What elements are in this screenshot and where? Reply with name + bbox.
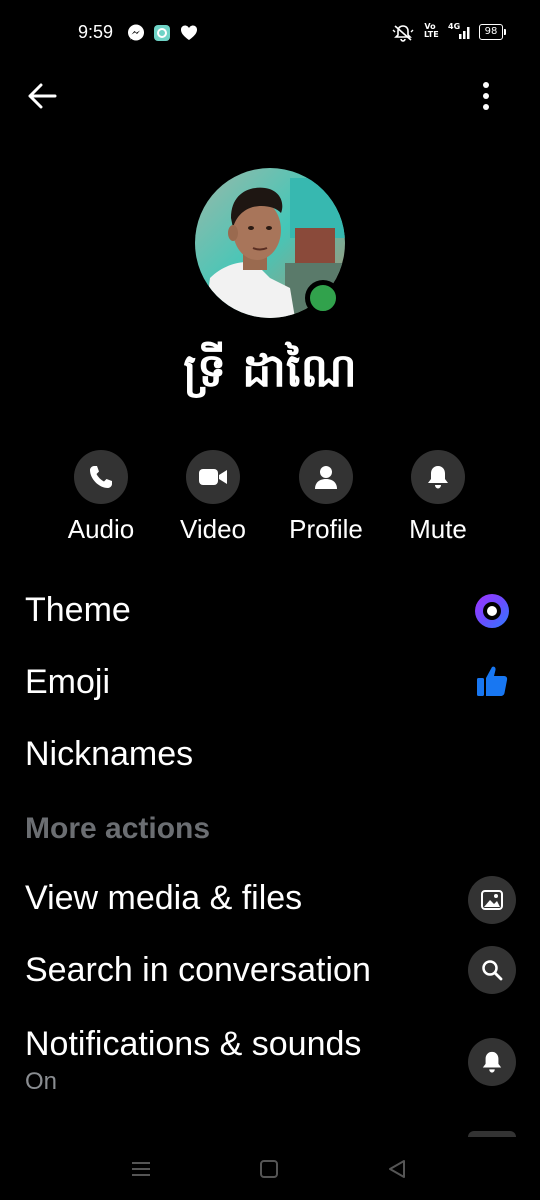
theme-label: Theme (25, 591, 131, 629)
theme-row[interactable]: Theme (0, 590, 540, 634)
mute-button-circle (411, 450, 465, 504)
profile-button-circle (299, 450, 353, 504)
emoji-row[interactable]: Emoji (0, 662, 540, 706)
vertical-dots-icon (483, 82, 489, 110)
person-icon (315, 466, 337, 489)
phone-icon (90, 466, 112, 488)
heart-icon (181, 25, 197, 40)
view-media-label: View media & files (25, 879, 303, 917)
bell-icon (428, 466, 448, 489)
audio-label: Audio (67, 514, 135, 544)
video-camera-icon (199, 469, 227, 485)
bell-muted-icon (392, 25, 414, 42)
mute-label: Mute (409, 514, 467, 544)
profile-label: Profile (289, 514, 363, 544)
theme-circle-icon (475, 594, 509, 628)
search-conversation-label: Search in conversation (25, 951, 371, 989)
action-row: Audio Video Profile Mute (0, 450, 540, 550)
status-bar: 9:59 Vo LTE 4G 98 (0, 0, 540, 68)
system-navigation-bar (0, 1140, 540, 1200)
nicknames-row[interactable]: Nicknames (0, 734, 540, 778)
home-button[interactable] (252, 1154, 286, 1184)
image-icon (481, 890, 503, 910)
audio-call-button[interactable]: Audio (45, 450, 157, 550)
bell-icon (482, 1051, 502, 1073)
nicknames-label: Nicknames (25, 735, 194, 773)
mute-button[interactable]: Mute (382, 450, 494, 550)
profile-name: ទ្រី ដាណៃ (183, 343, 357, 397)
thumbs-up-icon (477, 666, 508, 696)
arrow-left-icon (28, 83, 57, 109)
recent-apps-button[interactable] (124, 1154, 158, 1184)
app-notification-icon (154, 25, 170, 41)
next-row-icon-peek (468, 1131, 516, 1137)
back-triangle-icon (389, 1160, 405, 1178)
video-label: Video (179, 514, 247, 544)
search-conversation-row[interactable]: Search in conversation (0, 946, 540, 994)
notifications-sounds-label: Notifications & sounds (25, 1025, 362, 1063)
volte-indicator: Vo LTE (424, 22, 439, 39)
messenger-notification-icon (128, 24, 144, 41)
status-time: 9:59 (78, 22, 114, 42)
search-icon-circle (468, 946, 516, 994)
more-actions-header: More actions (25, 812, 211, 845)
view-media-icon-circle (468, 876, 516, 924)
search-icon (482, 960, 503, 981)
video-call-button[interactable]: Video (157, 450, 269, 550)
online-status-indicator (305, 280, 341, 316)
view-media-row[interactable]: View media & files (0, 876, 540, 924)
signal-icon (459, 27, 470, 39)
more-options-button[interactable] (466, 76, 506, 116)
view-profile-button[interactable]: Profile (270, 450, 382, 550)
audio-button-circle (74, 450, 128, 504)
back-button[interactable] (22, 76, 62, 116)
system-back-button[interactable] (380, 1154, 414, 1184)
emoji-label: Emoji (25, 663, 111, 701)
home-square-icon (260, 1160, 278, 1178)
video-button-circle (186, 450, 240, 504)
notifications-sounds-row[interactable]: Notifications & sounds On (0, 1024, 540, 1104)
menu-lines-icon (132, 1162, 150, 1176)
notifications-icon-circle (468, 1038, 516, 1086)
notifications-status: On (25, 1068, 58, 1095)
battery-indicator: 98 (479, 24, 506, 40)
